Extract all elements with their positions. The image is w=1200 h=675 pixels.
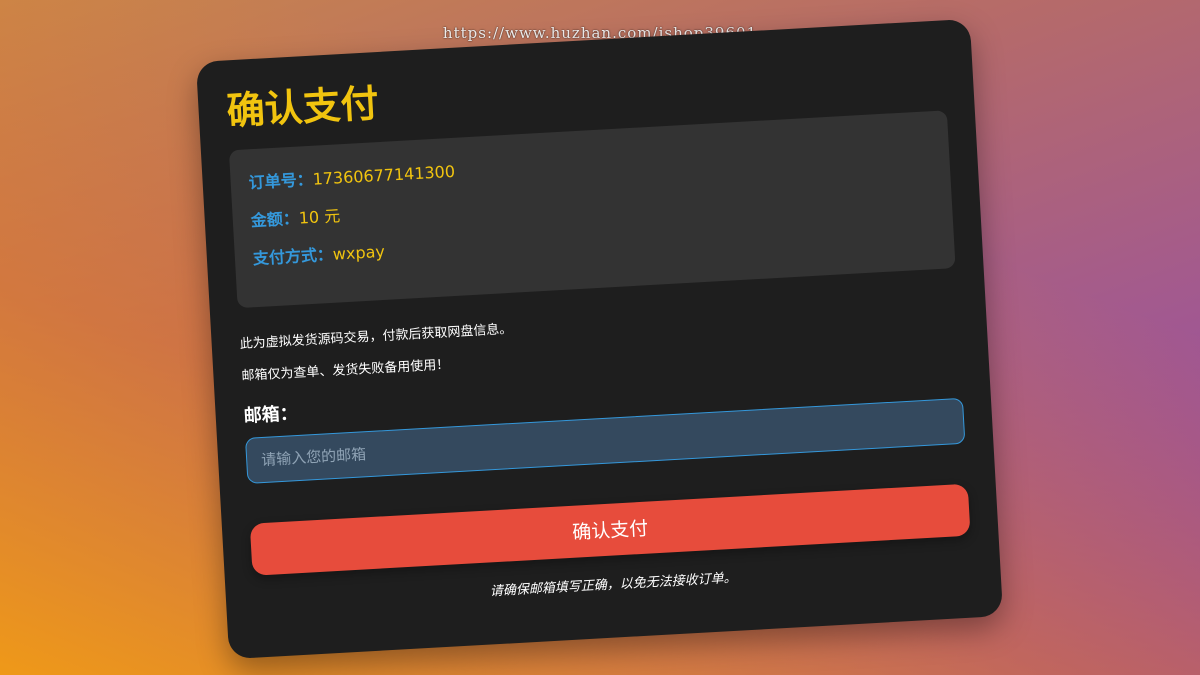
order-number-label: 订单号： [248, 169, 314, 193]
payment-method-value: wxpay [332, 241, 386, 264]
order-number-value: 17360677141300 [312, 161, 456, 189]
payment-method-label: 支付方式： [252, 244, 334, 268]
amount-label: 金额： [250, 208, 300, 230]
payment-card: 确认支付 订单号：17360677141300 金额：10 元 支付方式：wxp… [195, 18, 1004, 660]
order-info-box: 订单号：17360677141300 金额：10 元 支付方式：wxpay [228, 109, 956, 308]
amount-value: 10 元 [298, 205, 341, 228]
